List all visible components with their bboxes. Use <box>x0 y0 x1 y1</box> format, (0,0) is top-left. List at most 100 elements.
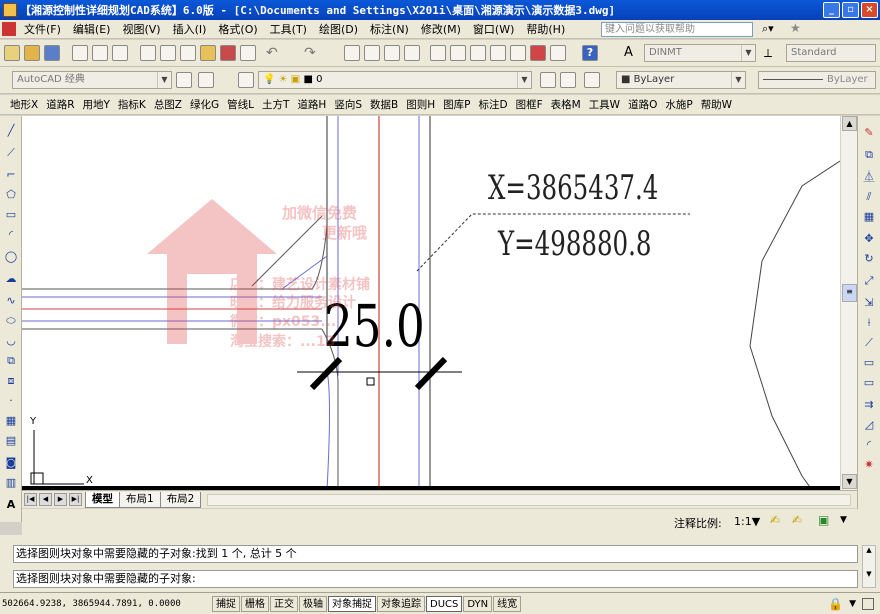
layer-iso-icon[interactable] <box>584 72 600 88</box>
ortho-toggle[interactable]: 正交 <box>270 595 298 612</box>
brush-icon[interactable] <box>240 45 256 61</box>
annotation-scale-select[interactable]: 1:1▼ <box>734 515 760 528</box>
multiline-text-icon[interactable]: A <box>4 498 18 512</box>
undo-icon[interactable]: ↶ <box>266 45 282 61</box>
linetype-select[interactable]: ByLayer <box>758 71 876 89</box>
favorite-icon[interactable]: ★ <box>790 21 801 35</box>
menu2-table[interactable]: 表格M <box>547 97 585 112</box>
polar-toggle[interactable]: 极轴 <box>299 595 327 612</box>
lineweight-toggle[interactable]: 线宽 <box>493 595 522 612</box>
menu2-terrain[interactable]: 地形X <box>6 97 42 112</box>
layer-states-icon[interactable] <box>238 72 254 88</box>
minimize-button[interactable]: _ <box>823 2 840 18</box>
horizontal-scrollbar[interactable] <box>207 493 851 506</box>
status-menu-icon[interactable]: ▼ <box>849 599 856 609</box>
tab-layout1[interactable]: 布局1 <box>119 491 161 508</box>
arc-icon[interactable]: ◜ <box>4 228 18 242</box>
polygon-icon[interactable]: ⬠ <box>4 188 18 202</box>
menu2-water[interactable]: 水施P <box>661 97 696 112</box>
menu2-landuse[interactable]: 用地Y <box>79 97 114 112</box>
color-select[interactable]: ■ ByLayer ▼ <box>616 71 746 89</box>
preview-icon[interactable] <box>92 45 108 61</box>
rotate-icon[interactable]: ↻ <box>862 252 876 266</box>
menu2-general-plan[interactable]: 总图Z <box>150 97 186 112</box>
menu-modify[interactable]: 修改(M) <box>415 21 467 37</box>
menu-view[interactable]: 视图(V) <box>116 21 166 37</box>
menu2-frame[interactable]: 图框F <box>512 97 547 112</box>
insert-block-icon[interactable]: ⧉ <box>4 354 18 368</box>
ellipse-icon[interactable]: ⬭ <box>4 314 18 328</box>
block-editor-icon[interactable] <box>220 45 236 61</box>
annotation-visibility-icon[interactable]: ✍ <box>770 513 780 527</box>
zoom-previous-icon[interactable] <box>404 45 420 61</box>
menu-draw[interactable]: 绘图(D) <box>313 21 364 37</box>
first-tab-button[interactable]: |◀ <box>24 493 37 506</box>
chevron-down-icon[interactable]: ▼ <box>840 515 847 525</box>
vertical-scrollbar[interactable]: ▲ ≡ ▼ <box>840 116 857 490</box>
dyn-toggle[interactable]: DYN <box>463 595 493 612</box>
otrack-toggle[interactable]: 对象追踪 <box>377 595 425 612</box>
menu-edit[interactable]: 编辑(E) <box>67 21 117 37</box>
open-folder-icon[interactable] <box>24 45 40 61</box>
publish-icon[interactable] <box>112 45 128 61</box>
drawing-canvas[interactable]: X=3865437.4 Y=498880.8 25.0 Y X 加微信免费 更新… <box>22 116 840 490</box>
hatch-icon[interactable]: ▦ <box>4 414 18 428</box>
region-icon[interactable]: ◙ <box>4 456 18 470</box>
gradient-icon[interactable]: ▤ <box>4 434 18 448</box>
construction-line-icon[interactable]: ⟋ <box>4 146 18 160</box>
paste-icon[interactable] <box>180 45 196 61</box>
quickcalc-icon[interactable] <box>550 45 566 61</box>
new-file-icon[interactable] <box>4 45 20 61</box>
move-icon[interactable]: ✥ <box>862 232 876 246</box>
array-icon[interactable]: ▦ <box>862 210 876 224</box>
pan-icon[interactable] <box>344 45 360 61</box>
point-icon[interactable]: · <box>4 394 18 408</box>
menu2-road-o[interactable]: 道路O <box>624 97 661 112</box>
menu-insert[interactable]: 插入(I) <box>167 21 213 37</box>
dbconnect-icon[interactable] <box>530 45 546 61</box>
make-current-layer-icon[interactable] <box>540 72 556 88</box>
explode-icon[interactable]: ✷ <box>862 458 876 472</box>
menu2-vertical[interactable]: 竖向S <box>330 97 366 112</box>
last-tab-button[interactable]: ▶| <box>69 493 82 506</box>
menu2-annotate[interactable]: 标注D <box>474 97 511 112</box>
tab-model[interactable]: 模型 <box>85 491 120 508</box>
rectangle-icon[interactable]: ▭ <box>4 208 18 222</box>
scroll-thumb[interactable]: ≡ <box>842 284 857 302</box>
toolbar-lock-icon[interactable]: ▣ <box>818 513 829 527</box>
text-style-select[interactable]: DINMT ▼ <box>644 44 756 62</box>
copy-object-icon[interactable]: ⧉ <box>862 148 876 162</box>
grid-toggle[interactable]: 栅格 <box>241 595 269 612</box>
print-icon[interactable] <box>72 45 88 61</box>
tool-palettes-icon[interactable] <box>470 45 486 61</box>
menu2-index[interactable]: 指标K <box>114 97 150 112</box>
fillet-icon[interactable]: ◜ <box>862 438 876 452</box>
scroll-down-button[interactable]: ▼ <box>842 474 857 489</box>
command-scrollbar[interactable]: ▲ ▼ <box>862 545 876 588</box>
menu2-plan-rules[interactable]: 图则H <box>402 97 439 112</box>
scroll-up-button[interactable]: ▲ <box>842 116 857 131</box>
markup-icon[interactable] <box>510 45 526 61</box>
dim-style-select[interactable]: Standard <box>786 44 876 62</box>
auto-scale-icon[interactable]: ✍ <box>792 513 802 527</box>
menu-format[interactable]: 格式(O) <box>212 21 263 37</box>
match-properties-icon[interactable] <box>200 45 216 61</box>
ducs-toggle[interactable]: DUCS <box>426 595 463 612</box>
sheet-set-icon[interactable] <box>490 45 506 61</box>
extend-icon[interactable]: ⟋ <box>862 336 876 350</box>
help-icon[interactable]: ? <box>582 45 598 61</box>
break-icon[interactable]: ▭ <box>862 376 876 390</box>
layer-manager-icon[interactable] <box>198 72 214 88</box>
polyline-icon[interactable]: ⌐ <box>4 168 18 182</box>
menu2-help[interactable]: 帮助W <box>697 97 736 112</box>
spline-icon[interactable]: ∿ <box>4 294 18 308</box>
offset-icon[interactable]: ⫽ <box>862 190 876 204</box>
make-block-icon[interactable]: ⧈ <box>4 374 18 388</box>
menu2-tools[interactable]: 工具W <box>585 97 624 112</box>
zoom-realtime-icon[interactable] <box>364 45 380 61</box>
menu2-library[interactable]: 图库P <box>439 97 474 112</box>
mirror-icon[interactable]: ⏅ <box>862 170 876 184</box>
copy-icon[interactable] <box>160 45 176 61</box>
menu2-road-h[interactable]: 道路H <box>293 97 330 112</box>
osnap-toggle[interactable]: 对象捕捉 <box>328 595 376 612</box>
